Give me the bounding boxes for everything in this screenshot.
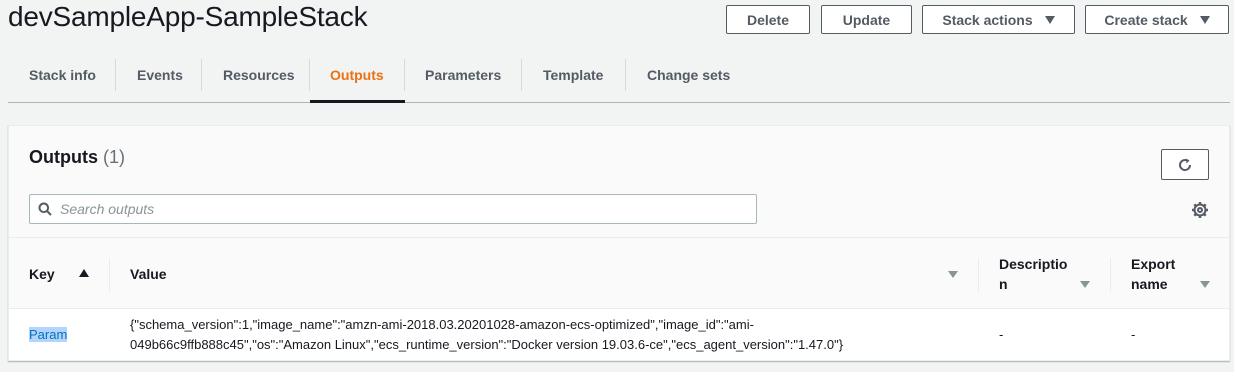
outputs-count: (1): [103, 147, 126, 167]
table-row: Param {"schema_version":1,"image_name":"…: [9, 309, 1229, 361]
row-key-text[interactable]: Param: [29, 327, 68, 342]
tab-divider: [201, 59, 202, 91]
column-header-value[interactable]: Value: [130, 238, 167, 310]
row-key: Param: [29, 325, 68, 345]
delete-button-label: Delete: [746, 11, 790, 28]
create-stack-button[interactable]: Create stack: [1085, 5, 1229, 34]
tab-events[interactable]: Events: [137, 59, 183, 91]
row-value-line1: {"schema_version":1,"image_name":"amzn-a…: [130, 317, 754, 332]
outputs-title: Outputs (1): [29, 147, 125, 168]
outputs-title-text: Outputs: [29, 147, 98, 167]
tab-template[interactable]: Template: [543, 59, 603, 91]
sort-toggle-icon[interactable]: [1080, 281, 1090, 288]
tab-change-sets[interactable]: Change sets: [647, 59, 730, 91]
caret-down-icon: [1044, 15, 1055, 24]
tab-parameters[interactable]: Parameters: [425, 59, 501, 91]
update-button[interactable]: Update: [821, 5, 912, 34]
row-export-name: -: [1131, 327, 1136, 342]
tab-outputs[interactable]: Outputs: [330, 59, 384, 91]
stack-actions-label: Stack actions: [942, 11, 1033, 28]
column-divider: [1110, 258, 1111, 292]
outputs-table-header: Key Value Descriptio n Export name: [9, 237, 1229, 309]
column-divider: [978, 258, 979, 292]
sort-toggle-icon[interactable]: [1200, 281, 1210, 288]
stack-actions-button[interactable]: Stack actions: [922, 5, 1075, 34]
active-tab-indicator: [310, 100, 405, 103]
stack-tabs: Stack info Events Resources Outputs Para…: [8, 47, 1230, 103]
export-header-line1: Export: [1131, 256, 1176, 272]
export-header-line2: name: [1131, 276, 1168, 292]
tab-stack-info[interactable]: Stack info: [29, 59, 96, 91]
update-button-label: Update: [842, 11, 891, 28]
column-divider: [109, 258, 110, 292]
create-stack-label: Create stack: [1104, 11, 1188, 28]
column-header-export-name[interactable]: Export name: [1131, 238, 1175, 310]
search-outputs-field: [29, 194, 757, 224]
outputs-panel: Outputs (1) Search outputs Key Value Des…: [8, 125, 1230, 361]
tab-resources[interactable]: Resources: [223, 59, 295, 91]
delete-button[interactable]: Delete: [726, 5, 810, 34]
caret-down-icon: [1199, 15, 1210, 24]
tab-divider: [115, 59, 116, 91]
column-header-description[interactable]: Descriptio n: [999, 238, 1067, 310]
page-title: devSampleApp-SampleStack: [8, 1, 368, 32]
search-icon: [30, 202, 60, 216]
sort-ascending-icon[interactable]: [79, 269, 89, 277]
tab-divider: [521, 59, 522, 91]
tab-divider: [625, 59, 626, 91]
sort-toggle-icon[interactable]: [948, 271, 958, 278]
description-header-line1: Descriptio: [999, 256, 1068, 272]
outputs-panel-header: Outputs (1): [9, 126, 1229, 237]
description-header-line2: n: [999, 276, 1008, 292]
row-description: -: [999, 327, 1004, 342]
tab-divider: [404, 59, 405, 91]
column-header-key[interactable]: Key: [29, 238, 55, 310]
gear-icon[interactable]: [1190, 200, 1210, 220]
tab-divider: [309, 59, 310, 91]
refresh-icon: [1179, 158, 1192, 171]
row-value-line2: 049b66c9ffb888c45","os":"Amazon Linux","…: [130, 337, 844, 352]
search-input[interactable]: [60, 201, 740, 217]
refresh-button[interactable]: [1161, 149, 1209, 180]
row-value: {"schema_version":1,"image_name":"amzn-a…: [130, 315, 970, 355]
